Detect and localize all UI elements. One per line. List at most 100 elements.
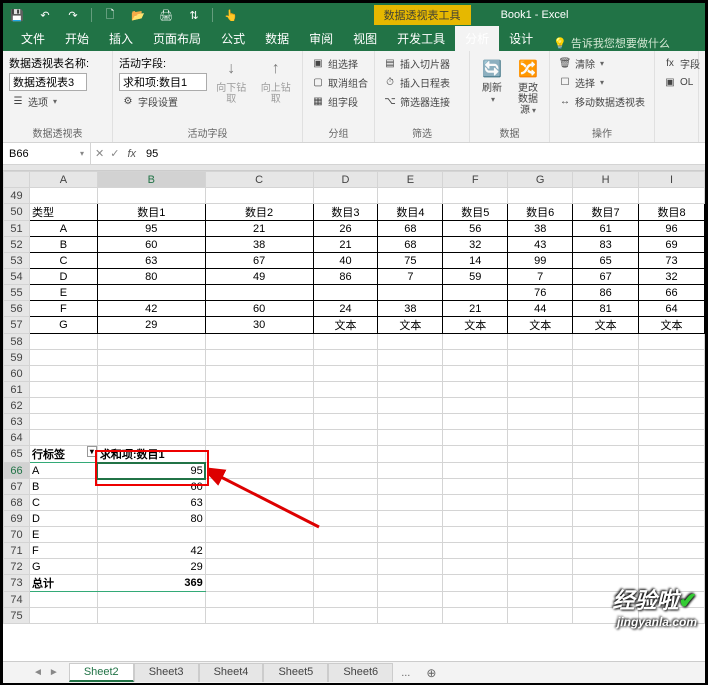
empty-cell[interactable]: [378, 366, 443, 382]
row-header[interactable]: 56: [4, 301, 30, 317]
open-icon[interactable]: 📂: [128, 6, 148, 24]
empty-cell[interactable]: [313, 463, 378, 479]
data-cell[interactable]: 67: [205, 253, 313, 269]
empty-cell[interactable]: [29, 398, 97, 414]
empty-cell[interactable]: [508, 334, 573, 350]
name-box-dropdown-icon[interactable]: ▾: [80, 149, 84, 158]
data-cell[interactable]: A: [29, 221, 97, 237]
pivot-row-label-cell[interactable]: B: [29, 479, 97, 495]
data-header-cell[interactable]: 数目2: [205, 204, 313, 221]
empty-cell[interactable]: [639, 398, 705, 414]
empty-cell[interactable]: [443, 527, 508, 543]
empty-cell[interactable]: [205, 334, 313, 350]
empty-cell[interactable]: [205, 511, 313, 527]
empty-cell[interactable]: [639, 188, 705, 204]
data-cell[interactable]: 文本: [573, 317, 639, 334]
data-cell[interactable]: 40: [313, 253, 378, 269]
empty-cell[interactable]: [508, 592, 573, 608]
fields-button[interactable]: fx字段: [661, 55, 702, 72]
empty-cell[interactable]: [443, 430, 508, 446]
data-cell[interactable]: 30: [205, 317, 313, 334]
row-header[interactable]: 66: [4, 463, 30, 479]
enter-icon[interactable]: ✓: [110, 147, 119, 160]
row-header[interactable]: 67: [4, 479, 30, 495]
row-header[interactable]: 49: [4, 188, 30, 204]
empty-cell[interactable]: [443, 414, 508, 430]
row-header[interactable]: 52: [4, 237, 30, 253]
data-cell[interactable]: 43: [508, 237, 573, 253]
sheet-tab[interactable]: Sheet6: [328, 663, 393, 682]
empty-cell[interactable]: [378, 414, 443, 430]
empty-cell[interactable]: [378, 511, 443, 527]
row-header[interactable]: 50: [4, 204, 30, 221]
sheet-tab[interactable]: Sheet3: [134, 663, 199, 682]
empty-cell[interactable]: [639, 511, 705, 527]
tab-analyze[interactable]: 分析: [455, 26, 499, 51]
row-header[interactable]: 73: [4, 575, 30, 592]
data-cell[interactable]: 68: [378, 237, 443, 253]
empty-cell[interactable]: [97, 414, 205, 430]
empty-cell[interactable]: [573, 188, 639, 204]
empty-cell[interactable]: [508, 430, 573, 446]
empty-cell[interactable]: [378, 398, 443, 414]
empty-cell[interactable]: [378, 592, 443, 608]
empty-cell[interactable]: [378, 479, 443, 495]
empty-cell[interactable]: [573, 463, 639, 479]
empty-cell[interactable]: [573, 527, 639, 543]
data-cell[interactable]: 38: [508, 221, 573, 237]
row-header[interactable]: 65: [4, 446, 30, 463]
data-cell[interactable]: 32: [639, 269, 705, 285]
tab-nav-left-icon[interactable]: ◄: [33, 667, 43, 678]
data-cell[interactable]: 95: [97, 221, 205, 237]
empty-cell[interactable]: [443, 608, 508, 624]
sort-icon[interactable]: ⇅: [184, 6, 204, 24]
data-header-cell[interactable]: 数目3: [313, 204, 378, 221]
empty-cell[interactable]: [508, 463, 573, 479]
pivot-row-label-cell[interactable]: G: [29, 559, 97, 575]
tab-design[interactable]: 设计: [499, 26, 543, 51]
empty-cell[interactable]: [97, 334, 205, 350]
data-cell[interactable]: 75: [378, 253, 443, 269]
data-cell[interactable]: B: [29, 237, 97, 253]
empty-cell[interactable]: [29, 608, 97, 624]
empty-cell[interactable]: [508, 575, 573, 592]
empty-cell[interactable]: [508, 446, 573, 463]
empty-cell[interactable]: [639, 559, 705, 575]
empty-cell[interactable]: [29, 430, 97, 446]
empty-cell[interactable]: [443, 188, 508, 204]
data-cell[interactable]: 76: [508, 285, 573, 301]
data-cell[interactable]: 21: [443, 301, 508, 317]
pivot-row-label-cell[interactable]: F: [29, 543, 97, 559]
empty-cell[interactable]: [639, 366, 705, 382]
empty-cell[interactable]: [205, 543, 313, 559]
empty-cell[interactable]: [29, 414, 97, 430]
drill-up-button[interactable]: ↑ 向上钻取: [256, 55, 297, 107]
fx-icon[interactable]: fx: [123, 148, 140, 160]
empty-cell[interactable]: [443, 366, 508, 382]
data-cell[interactable]: 文本: [508, 317, 573, 334]
empty-cell[interactable]: [313, 479, 378, 495]
empty-cell[interactable]: [508, 350, 573, 366]
empty-cell[interactable]: [508, 608, 573, 624]
formula-input[interactable]: 95: [140, 148, 705, 160]
filter-conn-button[interactable]: ⌥筛选器连接: [381, 93, 452, 110]
empty-cell[interactable]: [378, 575, 443, 592]
empty-cell[interactable]: [97, 592, 205, 608]
empty-cell[interactable]: [313, 592, 378, 608]
data-cell[interactable]: 文本: [378, 317, 443, 334]
empty-cell[interactable]: [313, 527, 378, 543]
data-cell[interactable]: 83: [573, 237, 639, 253]
tell-me[interactable]: 💡 告诉我您想要做什么: [553, 35, 670, 51]
empty-cell[interactable]: [573, 446, 639, 463]
empty-cell[interactable]: [313, 446, 378, 463]
data-cell[interactable]: 73: [639, 253, 705, 269]
data-cell[interactable]: 60: [97, 237, 205, 253]
row-header[interactable]: 55: [4, 285, 30, 301]
data-cell[interactable]: 14: [443, 253, 508, 269]
pivot-total-value[interactable]: 369: [97, 575, 205, 592]
empty-cell[interactable]: [205, 479, 313, 495]
empty-cell[interactable]: [443, 463, 508, 479]
empty-cell[interactable]: [573, 559, 639, 575]
data-cell[interactable]: 32: [443, 237, 508, 253]
empty-cell[interactable]: [378, 350, 443, 366]
